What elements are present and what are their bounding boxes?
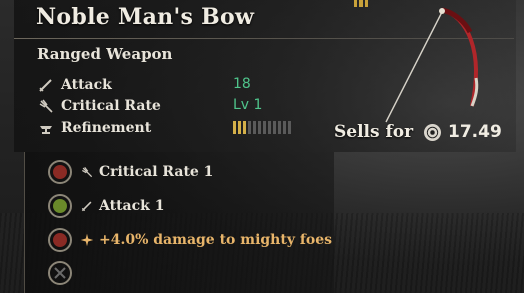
item-category: Ranged Weapon [37,45,173,63]
stat-label-attack: Attack [61,77,112,93]
perk-row[interactable]: Attack 1 [48,192,164,220]
stat-label-refinement: Refinement [61,120,152,136]
refinement-segment [238,121,241,134]
perk-text: Critical Rate 1 [99,164,214,180]
coin-icon: ⦿ [424,124,441,141]
refinement-segment [258,121,261,134]
sword-icon [39,79,52,92]
perk-text: Attack 1 [99,198,165,214]
refinement-segment [278,121,281,134]
item-name: Noble Man's Bow [36,4,255,30]
critical-rate-icon [39,99,53,113]
refinement-segment [268,121,271,134]
refinement-bar [233,121,291,134]
stat-row-critical-rate: Critical Rate Lv 1 [37,96,337,116]
refinement-segment [263,121,266,134]
top-refine-mark [354,0,368,7]
critical-rate-icon [82,166,93,178]
stat-row-attack: Attack 18 [37,75,337,95]
perk-panel-border [24,152,25,293]
red-gem-icon [53,165,67,179]
empty-gem-slot[interactable] [48,261,72,285]
perk-text: +4.0% damage to mighty foes [99,232,332,248]
empty-slot-icon [54,267,66,279]
gem-slot[interactable] [48,160,72,184]
refinement-segment [283,121,286,134]
gem-slot[interactable] [48,194,72,218]
burst-icon [80,233,94,247]
perk-row[interactable]: Critical Rate 1 [48,158,213,186]
anvil-icon [40,126,52,134]
stat-row-refinement: Refinement [37,118,337,138]
refinement-segment [273,121,276,134]
stat-value-critical-rate: Lv 1 [233,97,263,113]
perk-row-empty[interactable] [48,259,80,287]
refinement-segment [248,121,251,134]
red-gem-icon [53,233,67,247]
sells-for-label: Sells for [334,122,414,142]
refinement-segment [243,121,246,134]
sword-icon [81,201,92,212]
bow-illustration [385,7,479,123]
refinement-segment [233,121,236,134]
perk-row[interactable]: +4.0% damage to mighty foes [48,226,332,254]
refinement-segment [288,121,291,134]
stat-label-critical-rate: Critical Rate [61,98,161,114]
refinement-segment [253,121,256,134]
green-gem-icon [53,199,67,213]
sell-price: 17.49 [448,122,502,142]
stat-value-attack: 18 [233,76,251,92]
gem-slot[interactable] [48,228,72,252]
